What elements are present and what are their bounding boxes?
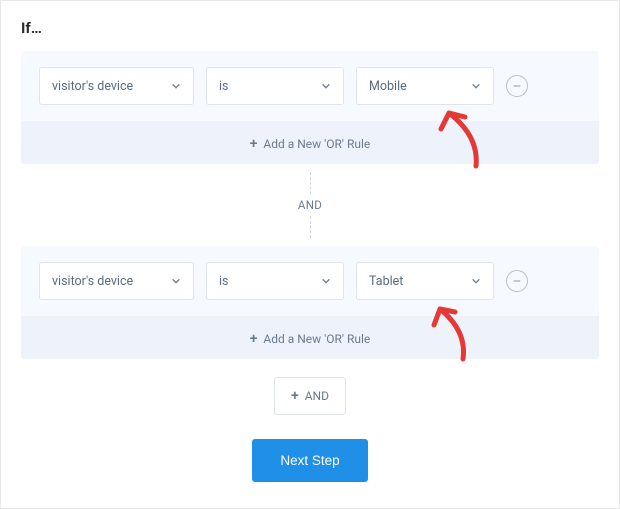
minus-icon xyxy=(512,81,522,91)
if-heading: If… xyxy=(21,19,599,37)
rule-row: visitor's device is Tablet xyxy=(39,262,581,316)
chevron-down-icon xyxy=(171,81,181,91)
dashed-connector xyxy=(310,216,311,238)
remove-rule-button[interactable] xyxy=(506,75,528,97)
and-separator: AND xyxy=(21,164,599,246)
add-or-rule-label: Add a New 'OR' Rule xyxy=(263,137,370,151)
plus-icon: + xyxy=(250,136,258,152)
add-or-rule-button[interactable]: + Add a New 'OR' Rule xyxy=(250,331,371,347)
add-or-rule-bar: + Add a New 'OR' Rule xyxy=(21,316,599,359)
add-or-rule-bar: + Add a New 'OR' Rule xyxy=(21,121,599,164)
rule-field-value: visitor's device xyxy=(52,79,133,94)
minus-icon xyxy=(512,276,522,286)
add-and-button[interactable]: + AND xyxy=(274,377,346,415)
rule-value-value: Mobile xyxy=(369,79,407,94)
rule-row: visitor's device is Mobile xyxy=(39,67,581,121)
chevron-down-icon xyxy=(321,81,331,91)
chevron-down-icon xyxy=(471,81,481,91)
rule-field-select[interactable]: visitor's device xyxy=(39,262,194,300)
rule-group: visitor's device is Mobile + Add a New '… xyxy=(21,51,599,164)
rule-operator-value: is xyxy=(219,79,229,94)
chevron-down-icon xyxy=(321,276,331,286)
rule-field-value: visitor's device xyxy=(52,274,133,289)
chevron-down-icon xyxy=(471,276,481,286)
rule-value-value: Tablet xyxy=(369,274,403,289)
rule-field-select[interactable]: visitor's device xyxy=(39,67,194,105)
and-separator-label: AND xyxy=(298,194,322,216)
plus-icon: + xyxy=(291,388,299,404)
next-step-button[interactable]: Next Step xyxy=(252,439,367,482)
dashed-connector xyxy=(310,172,311,194)
add-or-rule-label: Add a New 'OR' Rule xyxy=(263,332,370,346)
add-or-rule-button[interactable]: + Add a New 'OR' Rule xyxy=(250,136,371,152)
plus-icon: + xyxy=(250,331,258,347)
rule-operator-value: is xyxy=(219,274,229,289)
rule-operator-select[interactable]: is xyxy=(206,262,344,300)
chevron-down-icon xyxy=(171,276,181,286)
add-and-label: AND xyxy=(305,389,329,403)
rule-value-select[interactable]: Tablet xyxy=(356,262,494,300)
rule-group: visitor's device is Tablet + Add a New '… xyxy=(21,246,599,359)
remove-rule-button[interactable] xyxy=(506,270,528,292)
rule-operator-select[interactable]: is xyxy=(206,67,344,105)
rule-value-select[interactable]: Mobile xyxy=(356,67,494,105)
